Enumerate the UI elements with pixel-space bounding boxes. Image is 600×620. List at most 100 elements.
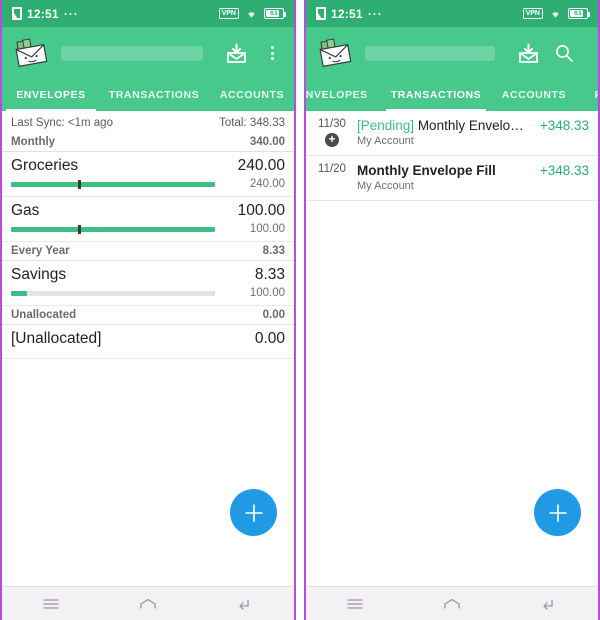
- tab-label: ACCOUNTS: [219, 89, 285, 101]
- tab-bar: ENVELOPES TRANSACTIONS ACCOUNTS REPORTS: [2, 79, 294, 111]
- transaction-amount: +348.33: [539, 118, 589, 133]
- status-bar: 12:51 ··· VPN 63: [2, 0, 294, 27]
- envelope-row-unallocated[interactable]: [Unallocated] 0.00: [2, 325, 294, 359]
- group-name: Monthly: [11, 136, 56, 148]
- envelope-progress-bar: [11, 179, 215, 189]
- status-bar-dots: ···: [63, 6, 79, 21]
- android-nav-bar: [2, 586, 294, 620]
- transaction-main: Monthly Envelope Fill +348.33 My Account: [357, 163, 589, 192]
- pending-tag: [Pending]: [357, 118, 415, 133]
- envelope-name: Gas: [11, 202, 40, 219]
- dual-phone-screenshot: 12:51 ··· VPN 63 ENVELOPES TRANSACTIONS …: [0, 0, 600, 620]
- transaction-title: Monthly Envelope Fill: [357, 163, 496, 178]
- back-icon[interactable]: [529, 592, 569, 616]
- group-name: Unallocated: [11, 309, 77, 321]
- tab-label: ENVELOPES: [304, 89, 368, 101]
- last-sync-label: Last Sync: <1m ago: [11, 117, 113, 129]
- envelope-name: [Unallocated]: [11, 330, 102, 347]
- home-icon[interactable]: [432, 592, 472, 616]
- transaction-main: [Pending] Monthly Envelo… +348.33 My Acc…: [357, 118, 589, 147]
- envelope-name: Groceries: [11, 157, 79, 174]
- transaction-date-column: 11/20: [315, 163, 349, 192]
- envelope-amount: 100.00: [237, 202, 285, 219]
- battery-level: 63: [270, 9, 278, 17]
- group-total: 8.33: [262, 245, 285, 257]
- envelope-row-savings[interactable]: Savings 8.33 100.00: [2, 261, 294, 306]
- sim-card-icon: [316, 7, 326, 20]
- phone-screen-transactions: 12:51 ··· VPN 63 ENVELOPES TRANSACTIONS …: [304, 0, 600, 620]
- table-row[interactable]: 11/20 Monthly Envelope Fill +348.33 My A…: [306, 156, 598, 201]
- tab-accounts[interactable]: ACCOUNTS: [208, 79, 294, 111]
- tab-envelopes[interactable]: ENVELOPES: [304, 79, 382, 111]
- transaction-date: 11/30: [318, 118, 346, 130]
- status-bar-time: 12:51: [27, 6, 59, 21]
- group-header-monthly: Monthly 340.00: [2, 133, 294, 152]
- group-name: Every Year: [11, 245, 70, 257]
- sync-status-row: Last Sync: <1m ago Total: 348.33: [2, 111, 294, 133]
- app-toolbar: [2, 27, 294, 79]
- envelope-name: Savings: [11, 266, 67, 283]
- tab-bar: ENVELOPES TRANSACTIONS ACCOUNTS REPORTS: [304, 79, 598, 111]
- envelope-budget-logo: [315, 36, 355, 70]
- sim-card-icon: [12, 7, 22, 20]
- envelopes-content: Last Sync: <1m ago Total: 348.33 Monthly…: [2, 111, 294, 586]
- add-fab[interactable]: [534, 489, 581, 536]
- envelope-row-gas[interactable]: Gas 100.00 100.00: [2, 197, 294, 242]
- tab-label: ACCOUNTS: [501, 89, 567, 101]
- tab-accounts[interactable]: ACCOUNTS: [490, 79, 578, 111]
- envelope-budget-logo: [11, 36, 51, 70]
- envelope-download-icon[interactable]: [515, 40, 541, 66]
- transactions-content: 11/30 + [Pending] Monthly Envelo… +348.3…: [306, 111, 598, 586]
- kebab-menu-icon[interactable]: [587, 40, 598, 66]
- envelope-amount: 240.00: [237, 157, 285, 174]
- total-label: Total: 348.33: [219, 117, 285, 129]
- battery-icon: 63: [568, 8, 590, 19]
- tab-envelopes[interactable]: ENVELOPES: [2, 79, 100, 111]
- tab-label: REPORTS: [595, 89, 598, 101]
- envelope-amount: 0.00: [254, 330, 285, 347]
- account-title-redacted: [61, 45, 203, 61]
- home-icon[interactable]: [128, 592, 168, 616]
- app-toolbar: [306, 27, 598, 79]
- group-total: 0.00: [262, 309, 285, 321]
- transaction-title-text: Monthly Envelo…: [417, 118, 524, 133]
- add-circle-icon[interactable]: +: [325, 133, 339, 147]
- tab-reports[interactable]: REPORTS: [578, 79, 598, 111]
- add-fab[interactable]: [230, 489, 277, 536]
- group-header-every-year: Every Year 8.33: [2, 242, 294, 261]
- back-icon[interactable]: [225, 592, 265, 616]
- transaction-amount: +348.33: [539, 163, 589, 178]
- tab-label: TRANSACTIONS: [390, 89, 482, 101]
- tab-transactions[interactable]: TRANSACTIONS: [382, 79, 490, 111]
- battery-level: 63: [574, 9, 582, 17]
- envelope-progress-bar: [11, 224, 215, 234]
- envelope-goal: 100.00: [249, 223, 285, 235]
- envelope-download-icon[interactable]: [223, 40, 249, 66]
- android-nav-bar: [306, 586, 598, 620]
- envelope-row-groceries[interactable]: Groceries 240.00 240.00: [2, 152, 294, 197]
- wifi-icon: [549, 8, 562, 19]
- vpn-icon: VPN: [522, 8, 543, 19]
- search-icon[interactable]: [551, 40, 577, 66]
- table-row[interactable]: 11/30 + [Pending] Monthly Envelo… +348.3…: [306, 111, 598, 156]
- recents-menu-icon[interactable]: [335, 592, 375, 616]
- envelope-amount: 8.33: [254, 266, 285, 283]
- transaction-account: My Account: [357, 135, 414, 147]
- transaction-date: 11/20: [318, 163, 346, 175]
- transaction-date-column: 11/30 +: [315, 118, 349, 147]
- envelope-goal: 240.00: [249, 178, 285, 190]
- recents-menu-icon[interactable]: [31, 592, 71, 616]
- account-title-redacted: [365, 45, 495, 61]
- vpn-icon: VPN: [218, 8, 239, 19]
- tab-transactions[interactable]: TRANSACTIONS: [100, 79, 208, 111]
- status-bar: 12:51 ··· VPN 63: [306, 0, 598, 27]
- wifi-icon: [245, 8, 258, 19]
- kebab-menu-icon[interactable]: [259, 40, 285, 66]
- status-bar-time: 12:51: [331, 6, 363, 21]
- group-header-unallocated: Unallocated 0.00: [2, 306, 294, 325]
- status-bar-dots: ···: [367, 6, 383, 21]
- tab-label: TRANSACTIONS: [108, 89, 200, 101]
- tab-label: ENVELOPES: [16, 89, 86, 101]
- envelope-progress-bar: [11, 290, 215, 296]
- transaction-account: My Account: [357, 180, 414, 192]
